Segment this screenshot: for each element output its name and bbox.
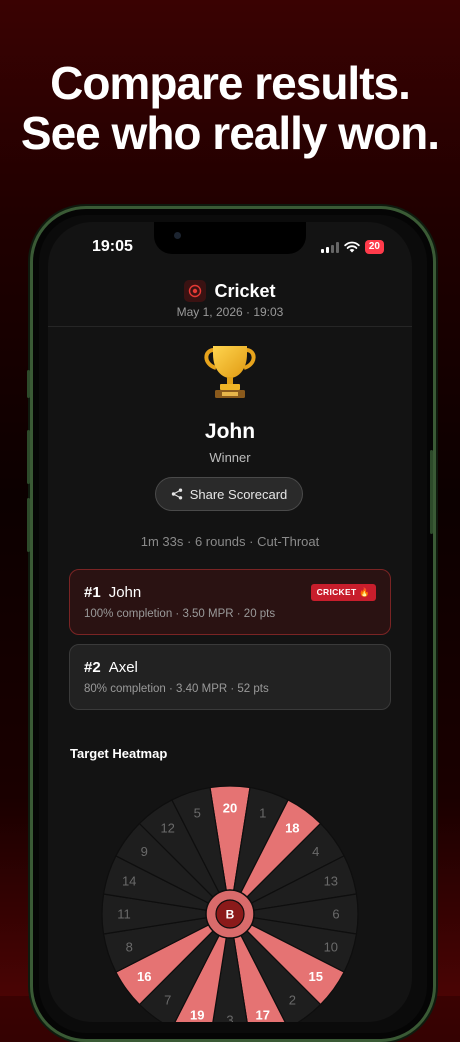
heatmap-number-label: 13 — [324, 874, 338, 889]
notch — [154, 222, 306, 254]
heatmap-bull-label: B — [226, 908, 235, 922]
heatmap-number-label: 3 — [226, 1013, 233, 1023]
player-card-1[interactable]: #1 John CRICKET 🔥 100% completion · 3.50… — [69, 569, 391, 635]
phone-volume-down — [27, 498, 30, 552]
wifi-icon — [344, 241, 360, 253]
heatmap-number-label: 11 — [117, 907, 131, 922]
player-stats: 80% completion · 3.40 MPR · 52 pts — [84, 683, 269, 695]
battery-indicator: 20 — [364, 240, 384, 254]
heatmap-number-label: 2 — [289, 992, 296, 1007]
heatmap-number-label: 8 — [126, 939, 133, 954]
target-icon — [184, 280, 207, 302]
heatmap-number-label: 10 — [324, 939, 338, 954]
headline: Compare results. See who really won. — [0, 58, 460, 158]
player-rank: #2 — [84, 659, 101, 676]
heatmap-number-label: 5 — [194, 806, 201, 821]
heatmap-number-label: 16 — [137, 969, 151, 984]
heatmap-number-label: 4 — [312, 844, 319, 859]
phone-mute-switch — [27, 370, 30, 398]
phone-volume-up — [27, 430, 30, 484]
headline-line-1: Compare results. — [50, 57, 411, 109]
winner-name: John — [204, 420, 256, 443]
signal-icon — [320, 241, 339, 253]
game-header: Cricket May 1, 2026 · 19:03 — [48, 280, 412, 319]
heatmap-number-label: 6 — [332, 907, 339, 922]
heatmap-number-label: 12 — [160, 821, 174, 836]
player-card-2[interactable]: #2 Axel 80% completion · 3.40 MPR · 52 p… — [69, 644, 391, 710]
app-screen: 19:05 20 Cricket May 1, 2026 · 19:03 Joh… — [48, 222, 412, 1022]
player-name: John — [108, 584, 142, 601]
game-meta: 1m 33s · 6 rounds · Cut-Throat — [140, 534, 320, 549]
heatmap-number-label: 1 — [259, 806, 266, 821]
heatmap-number-label: 9 — [141, 844, 148, 859]
heatmap-number-label: 15 — [309, 969, 323, 984]
share-icon — [171, 488, 182, 500]
player-rank: #1 — [84, 584, 101, 601]
status-time: 19:05 — [92, 238, 133, 255]
game-date: May 1, 2026 · 19:03 — [176, 305, 284, 319]
winner-label: Winner — [209, 450, 251, 465]
heatmap-number-label: 17 — [256, 1007, 270, 1022]
dartboard-heatmap[interactable]: 20 1 18 4 13 6 1015 2 17 3 19 7 16 8 11 14 9 12 5 B — [100, 784, 360, 1022]
camera — [174, 232, 181, 239]
heatmap-number-label: 19 — [190, 1007, 204, 1022]
share-scorecard-button[interactable]: Share Scorecard — [155, 477, 303, 511]
cricket-badge: CRICKET 🔥 — [310, 584, 376, 601]
phone-power-button — [430, 450, 433, 534]
heatmap-number-label: 20 — [223, 801, 237, 816]
heatmap-number-label: 7 — [164, 992, 171, 1007]
headline-line-2: See who really won. — [20, 107, 440, 159]
game-title: Cricket — [214, 280, 276, 301]
player-name: Axel — [108, 659, 138, 676]
heatmap-number-label: 18 — [285, 821, 299, 836]
heatmap-title: Target Heatmap — [70, 746, 168, 761]
status-icons: 20 — [320, 240, 384, 254]
trophy-icon — [204, 346, 256, 398]
player-stats: 100% completion · 3.50 MPR · 20 pts — [84, 608, 276, 620]
heatmap-number-label: 14 — [122, 874, 136, 889]
share-scorecard-label: Share Scorecard — [189, 486, 288, 502]
header-divider — [48, 326, 412, 327]
